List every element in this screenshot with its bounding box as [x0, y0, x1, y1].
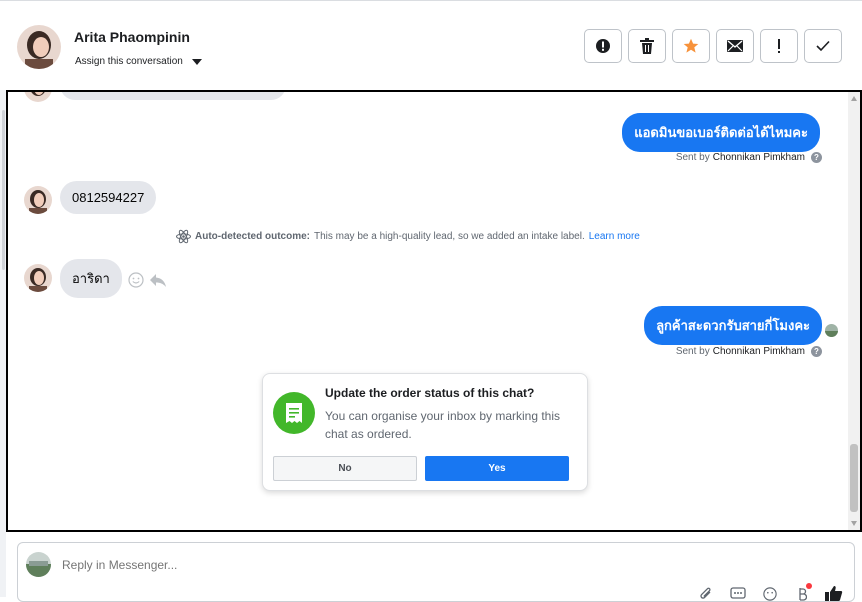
message-actions: [128, 272, 167, 288]
sent-by-label: Sent by Chonnikan Pimkham ?: [676, 346, 822, 357]
left-panel-scrollbar[interactable]: [2, 110, 5, 270]
done-button[interactable]: [804, 29, 842, 63]
message-bubble-incoming[interactable]: 0812594227: [60, 181, 157, 214]
atom-icon: [176, 229, 191, 244]
sent-by-prefix: Sent by: [675, 346, 710, 357]
exclamation-icon: [778, 39, 780, 53]
trash-icon: [640, 38, 654, 54]
yes-button[interactable]: Yes: [425, 456, 569, 481]
emoji-icon: [763, 587, 777, 601]
star-icon: [683, 38, 699, 53]
chat-template-icon: [730, 587, 746, 599]
message-bubble-partial[interactable]: [60, 92, 286, 100]
emoji-react-icon[interactable]: [128, 272, 144, 288]
spam-button[interactable]: [584, 29, 622, 63]
no-button[interactable]: No: [273, 456, 417, 481]
help-icon[interactable]: ?: [811, 152, 822, 163]
sent-by-prefix: Sent by: [675, 152, 710, 163]
prompt-title: Update the order status of this chat?: [325, 386, 535, 400]
attachment-button[interactable]: [696, 585, 716, 601]
mark-unread-button[interactable]: [716, 29, 754, 63]
seen-indicator-avatar: [825, 324, 838, 337]
contact-avatar[interactable]: [17, 25, 61, 69]
scroll-down-arrow-icon[interactable]: [851, 521, 857, 526]
currency-icon: [799, 588, 807, 601]
star-button[interactable]: [672, 29, 710, 63]
message-bubble-outgoing[interactable]: ลูกค้าสะดวกรับสายกี่โมงคะ: [644, 306, 822, 345]
message-bubble-incoming[interactable]: อาริดา: [60, 259, 122, 298]
sent-by-label: Sent by Chonnikan Pimkham ?: [676, 152, 822, 163]
page-avatar: [26, 552, 51, 577]
sender-name: Chonnikan Pimkham: [712, 346, 805, 357]
assign-label: Assign this conversation: [75, 56, 183, 67]
composer-toolbar: [696, 583, 844, 601]
thumbs-up-icon: [825, 586, 843, 601]
assign-conversation-dropdown[interactable]: Assign this conversation: [75, 56, 202, 67]
reply-composer: [17, 542, 855, 602]
delete-button[interactable]: [628, 29, 666, 63]
scroll-up-arrow-icon[interactable]: [851, 96, 857, 101]
paperclip-icon: [700, 587, 711, 599]
emoji-button[interactable]: [760, 585, 780, 601]
sender-name: Chonnikan Pimkham: [712, 152, 805, 163]
reply-icon[interactable]: [149, 273, 167, 288]
thread-scrollbar[interactable]: [848, 92, 860, 530]
contact-name[interactable]: Arita Phaompinin: [74, 29, 190, 45]
order-status-prompt: Update the order status of this chat? Yo…: [262, 373, 588, 491]
check-icon: [816, 40, 830, 52]
follow-up-button[interactable]: [760, 29, 798, 63]
help-icon[interactable]: ?: [811, 346, 822, 357]
contact-avatar-small: [24, 186, 52, 214]
learn-more-link[interactable]: Learn more: [589, 231, 640, 242]
message-bubble-outgoing[interactable]: แอดมินขอเบอร์ติดต่อได้ไหมคะ: [622, 113, 820, 152]
contact-avatar-small: [24, 264, 52, 292]
alert-circle-icon: [596, 39, 610, 53]
conversation-toolbar: [584, 29, 842, 63]
notification-dot: [806, 583, 812, 589]
caret-down-icon: [191, 58, 202, 65]
saved-replies-button[interactable]: [728, 585, 748, 601]
scrollbar-thumb[interactable]: [850, 444, 858, 512]
payment-button[interactable]: [792, 583, 812, 601]
conversation-header: Arita Phaompinin Assign this conversatio…: [0, 0, 862, 90]
envelope-icon: [727, 40, 743, 52]
outcome-text: This may be a high-quality lead, so we a…: [314, 231, 585, 242]
receipt-icon: [273, 392, 315, 434]
outcome-label: Auto-detected outcome:: [195, 231, 310, 242]
message-thread: แอดมินขอเบอร์ติดต่อได้ไหมคะ Sent by Chon…: [6, 90, 862, 532]
prompt-body: You can organise your inbox by marking t…: [325, 409, 561, 441]
reply-input[interactable]: [62, 558, 562, 572]
contact-avatar-small: [24, 92, 52, 102]
like-button[interactable]: [824, 585, 844, 601]
auto-detected-outcome-notice: Auto-detected outcome: This may be a hig…: [176, 229, 640, 244]
